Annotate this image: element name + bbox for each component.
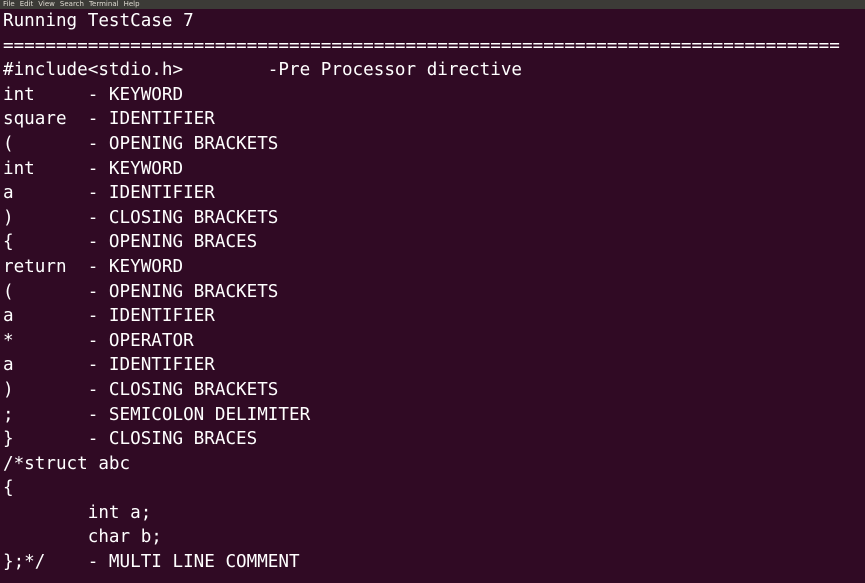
terminal-line: { - OPENING BRACES xyxy=(3,232,258,253)
menu-terminal[interactable]: Terminal xyxy=(89,0,119,9)
terminal-line: ( - OPENING BRACKETS xyxy=(3,281,279,302)
terminal-line: { xyxy=(3,478,14,499)
terminal-line: };*/ - MULTI LINE COMMENT xyxy=(3,552,300,573)
terminal-output[interactable]: Running TestCase 7 =====================… xyxy=(0,9,865,583)
terminal-line: int - KEYWORD xyxy=(3,84,184,105)
terminal-line: * - OPERATOR xyxy=(3,330,194,351)
terminal-line: char b; xyxy=(3,527,162,548)
menu-view[interactable]: View xyxy=(38,0,55,9)
menu-file[interactable]: File xyxy=(3,0,15,9)
terminal-line: ) - CLOSING BRACKETS xyxy=(3,207,279,228)
menu-search[interactable]: Search xyxy=(60,0,84,9)
terminal-window: File Edit View Search Terminal Help Runn… xyxy=(0,0,865,583)
terminal-separator-line: ========================================… xyxy=(3,35,840,56)
terminal-line: int - KEYWORD xyxy=(3,158,184,179)
terminal-line: int a; xyxy=(3,502,152,523)
terminal-line: /*struct abc xyxy=(3,453,131,474)
terminal-line: Running TestCase 7 xyxy=(3,11,194,31)
terminal-line: ) - CLOSING BRACKETS xyxy=(3,379,279,400)
terminal-line: ; - SEMICOLON DELIMITER xyxy=(3,404,311,425)
terminal-line: #include<stdio.h> -Pre Processor directi… xyxy=(3,60,523,81)
terminal-line: ( - OPENING BRACKETS xyxy=(3,133,279,154)
menu-bar: File Edit View Search Terminal Help xyxy=(0,0,865,9)
terminal-line: } - CLOSING BRACES xyxy=(3,429,258,450)
terminal-line: a - IDENTIFIER xyxy=(3,183,215,204)
terminal-line: square - IDENTIFIER xyxy=(3,109,215,130)
menu-edit[interactable]: Edit xyxy=(20,0,34,9)
terminal-line: return - KEYWORD xyxy=(3,256,184,277)
terminal-line: a - IDENTIFIER xyxy=(3,306,215,327)
menu-help[interactable]: Help xyxy=(124,0,140,9)
terminal-line: a - IDENTIFIER xyxy=(3,355,215,376)
